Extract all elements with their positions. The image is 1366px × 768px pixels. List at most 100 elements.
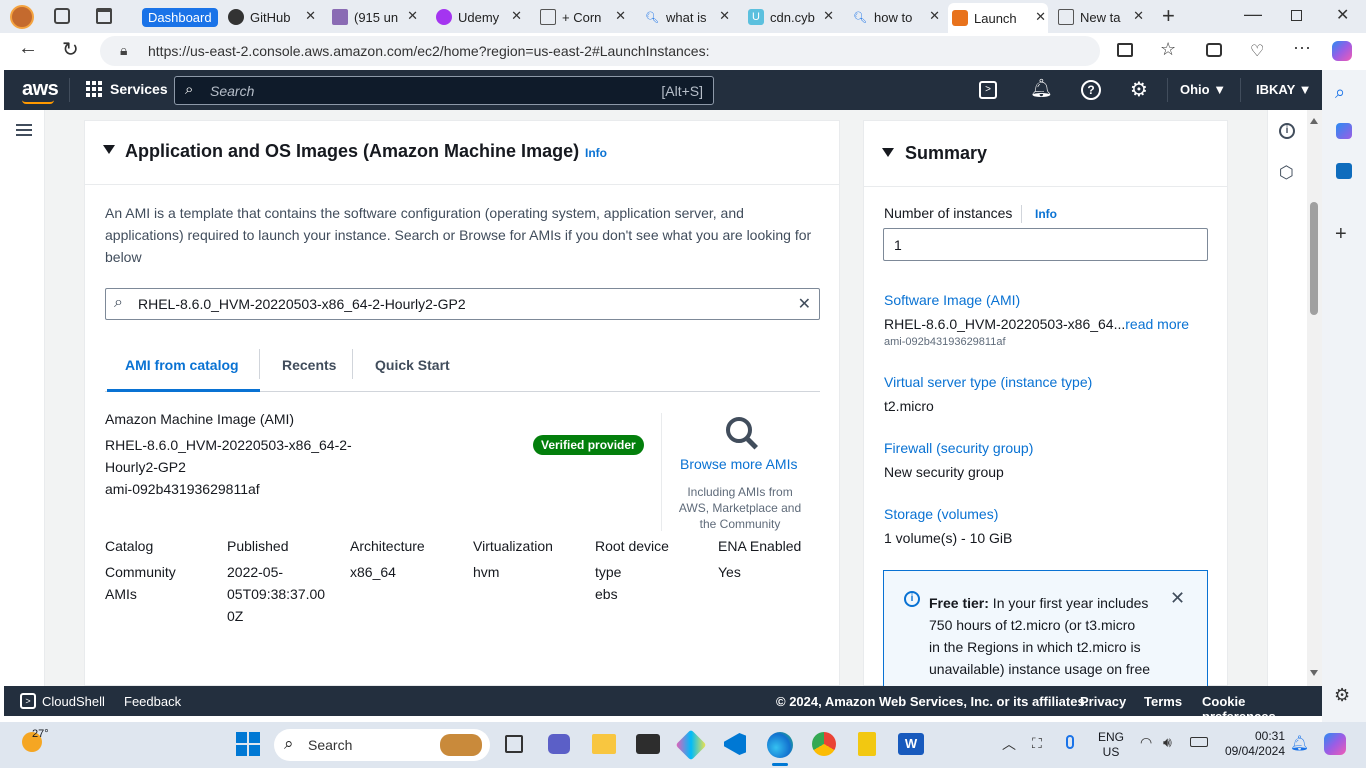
workspaces-icon[interactable] — [54, 8, 70, 24]
file-explorer-icon[interactable] — [592, 734, 616, 754]
profile-avatar[interactable] — [10, 5, 34, 29]
cookie-preferences-link[interactable]: Cookie preferences — [1202, 694, 1322, 724]
aws-search-box[interactable]: ⌕ Search [Alt+S] — [174, 76, 714, 105]
tab-launch[interactable]: Launch ✕ — [948, 3, 1048, 33]
network-off-icon[interactable]: ⛶ — [1032, 735, 1042, 752]
split-screen-icon[interactable] — [1117, 43, 1133, 57]
region-selector[interactable]: Ohio ▼ — [1180, 82, 1226, 97]
minimize-icon[interactable]: — — [1244, 4, 1262, 25]
services-menu[interactable]: Services — [86, 81, 168, 97]
tab-recents[interactable]: Recents — [282, 357, 336, 373]
tab-actions-icon[interactable] — [96, 8, 112, 24]
notifications-bell-icon[interactable]: 🔔︎ — [1030, 78, 1053, 99]
close-icon[interactable]: ✕ — [305, 8, 316, 24]
collapse-caret-icon[interactable] — [103, 145, 115, 154]
copilot-icon[interactable] — [1332, 41, 1352, 61]
software-image-link[interactable]: Software Image (AMI) — [884, 292, 1020, 308]
page-scrollbar[interactable] — [1307, 110, 1322, 686]
sidebar-settings-icon[interactable]: ⚙︎ — [1334, 685, 1350, 706]
back-icon[interactable]: ← — [18, 37, 38, 60]
tab-search-how-to[interactable]: 🔍︎ how to ✕ — [848, 5, 942, 29]
close-icon[interactable]: ✕ — [615, 8, 626, 24]
storage-link[interactable]: Storage (volumes) — [884, 506, 998, 522]
hamburger-menu-icon[interactable] — [16, 124, 32, 136]
collections-icon[interactable] — [1206, 43, 1222, 57]
outlook-icon[interactable] — [1336, 163, 1352, 179]
instances-info-link[interactable]: Info — [1035, 207, 1057, 221]
git-app-icon[interactable] — [675, 729, 707, 761]
task-view-icon[interactable] — [505, 735, 523, 753]
instance-type-link[interactable]: Virtual server type (instance type) — [884, 374, 1092, 390]
instances-input[interactable]: 1 — [883, 228, 1208, 261]
account-menu[interactable]: IBKAY ▼ — [1256, 82, 1312, 97]
taskbar-search[interactable]: ⌕ Search — [274, 729, 490, 761]
tab-cdn[interactable]: Ucdn.cyb ✕ — [744, 5, 836, 29]
terms-link[interactable]: Terms — [1144, 694, 1182, 709]
hexagon-icon[interactable]: ⬡ — [1279, 163, 1294, 183]
notes-app-icon[interactable] — [858, 732, 876, 756]
restore-icon[interactable] — [1291, 10, 1302, 21]
favorites-icon[interactable]: ☆ — [1160, 39, 1176, 60]
battery-icon[interactable] — [1190, 737, 1208, 747]
refresh-icon[interactable]: ↻ — [62, 37, 79, 62]
tab-udemy[interactable]: Udemy ✕ — [432, 5, 524, 29]
chrome-icon[interactable] — [812, 732, 836, 756]
close-icon[interactable]: ✕ — [719, 8, 730, 24]
window-close-icon[interactable]: ✕ — [1336, 5, 1349, 25]
wifi-icon[interactable]: ◠ — [1140, 734, 1152, 751]
volume-icon[interactable]: 🔊︎ — [1163, 734, 1172, 751]
tab-mail[interactable]: (915 un ✕ — [328, 5, 420, 29]
collapse-caret-icon[interactable] — [882, 148, 894, 157]
url-field[interactable]: 🔒︎ https://us-east-2.console.aws.amazon.… — [100, 36, 1100, 66]
tab-newtab[interactable]: New ta ✕ — [1054, 5, 1146, 29]
clear-search-icon[interactable]: ✕ — [798, 294, 811, 314]
tab-doc[interactable]: + Corn ✕ — [536, 5, 628, 29]
add-sidebar-app-icon[interactable]: + — [1335, 223, 1347, 246]
close-icon[interactable]: ✕ — [823, 8, 834, 24]
windows-start-icon[interactable] — [236, 732, 260, 756]
copilot-sidebar-icon[interactable] — [1336, 123, 1352, 139]
performance-icon[interactable]: ♡ — [1250, 41, 1264, 61]
clock[interactable]: 00:31 09/04/2024 — [1215, 729, 1285, 759]
ami-search-input[interactable]: ⌕ RHEL-8.6.0_HVM-20220503-x86_64-2-Hourl… — [105, 288, 820, 320]
privacy-link[interactable]: Privacy — [1080, 694, 1126, 709]
close-icon[interactable]: ✕ — [511, 8, 522, 24]
tab-github[interactable]: GitHub ✕ — [224, 5, 318, 29]
scroll-down-arrow-icon[interactable] — [1310, 670, 1318, 676]
copilot-taskbar-icon[interactable] — [1324, 733, 1346, 755]
tray-chevron-icon[interactable]: ︿ — [1002, 734, 1016, 754]
new-tab-plus-icon[interactable]: + — [1162, 3, 1175, 29]
meet-icon[interactable] — [548, 734, 570, 754]
close-icon[interactable]: ✕ — [929, 8, 940, 24]
close-icon[interactable]: ✕ — [1035, 9, 1046, 25]
close-icon[interactable]: ✕ — [407, 8, 418, 24]
word-icon[interactable]: W — [898, 733, 924, 755]
tab-ami-from-catalog[interactable]: AMI from catalog — [125, 357, 239, 373]
tab-dashboard[interactable]: Dashboard — [138, 5, 218, 29]
more-menu-icon[interactable]: ··· — [1293, 37, 1311, 58]
notification-bell-icon[interactable]: 🔔︎ — [1290, 734, 1309, 752]
language-indicator[interactable]: ENG US — [1094, 730, 1128, 760]
cloudshell-link[interactable]: CloudShell — [42, 694, 105, 709]
browse-more-amis-link[interactable]: Browse more AMIs — [680, 456, 797, 472]
info-panel-icon[interactable]: i — [1279, 123, 1295, 139]
ami-info-link[interactable]: Info — [585, 146, 607, 160]
terminal-icon[interactable] — [636, 734, 660, 754]
feedback-link[interactable]: Feedback — [124, 694, 181, 709]
dismiss-alert-icon[interactable]: ✕ — [1170, 588, 1185, 609]
vscode-icon[interactable] — [724, 733, 746, 755]
microphone-icon[interactable] — [1066, 735, 1074, 749]
settings-gear-icon[interactable]: ⚙︎ — [1130, 77, 1148, 102]
edge-icon[interactable] — [767, 732, 793, 758]
scroll-up-arrow-icon[interactable] — [1310, 118, 1318, 124]
tab-search-what-is[interactable]: 🔍︎ what is ✕ — [640, 5, 732, 29]
help-icon[interactable]: ? — [1081, 80, 1101, 100]
tab-quick-start[interactable]: Quick Start — [375, 357, 450, 373]
search-icon[interactable]: ⌕ — [1335, 82, 1345, 103]
firewall-link[interactable]: Firewall (security group) — [884, 440, 1033, 456]
aws-logo[interactable]: aws — [22, 78, 59, 104]
read-more-link[interactable]: read more — [1125, 316, 1189, 332]
close-icon[interactable]: ✕ — [1133, 8, 1144, 24]
cloudshell-nav-icon[interactable]: > — [979, 81, 997, 99]
scroll-thumb[interactable] — [1310, 202, 1318, 315]
